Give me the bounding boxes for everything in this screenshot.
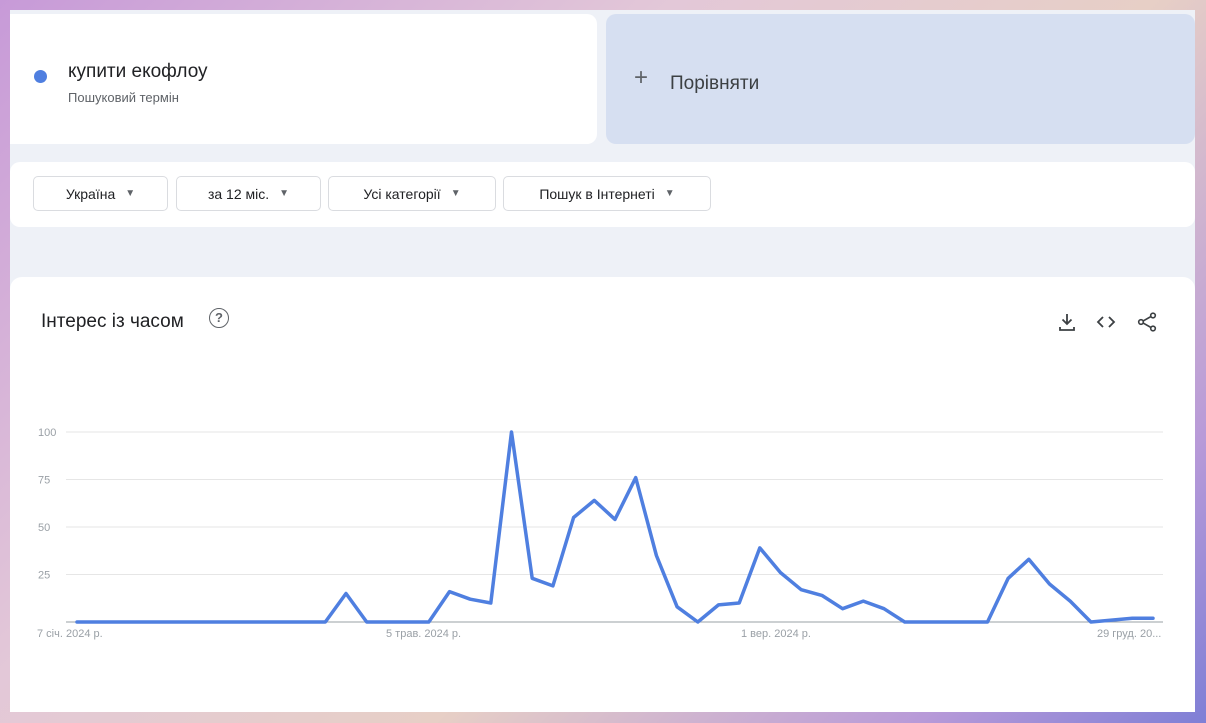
compare-label: Порівняти [670, 73, 760, 94]
search-term-type: Пошуковий термін [68, 90, 179, 105]
filter-time-range[interactable]: за 12 міс. ▼ [176, 176, 321, 211]
filter-category[interactable]: Усі категорії ▼ [328, 176, 496, 211]
x-tick-label: 7 січ. 2024 р. [37, 628, 103, 640]
x-tick-label: 1 вер. 2024 р. [741, 628, 811, 640]
compare-button[interactable]: + Порівняти [606, 14, 1195, 144]
filter-search-type-label: Пошук в Інтернеті [539, 185, 655, 202]
search-term-title[interactable]: купити екофлоу [68, 61, 208, 83]
y-tick-label: 25 [38, 570, 50, 582]
plus-icon: + [634, 64, 649, 91]
dropdown-arrow-icon: ▼ [125, 188, 136, 199]
interest-over-time-card: Інтерес із часом ? 25 50 75 100 7 січ. 2024 … [10, 277, 1195, 712]
trends-page: купити екофлоу Пошуковий термін + Порівн… [10, 10, 1195, 712]
dropdown-arrow-icon: ▼ [450, 188, 461, 199]
dropdown-arrow-icon: ▼ [279, 188, 290, 199]
dropdown-arrow-icon: ▼ [664, 188, 675, 199]
x-tick-label: 29 груд. 20... [1097, 628, 1161, 640]
filter-region[interactable]: Україна ▼ [33, 176, 168, 211]
filter-time-label: за 12 міс. [207, 185, 270, 202]
search-term-card[interactable]: купити екофлоу Пошуковий термін [10, 14, 597, 144]
series-color-dot [34, 70, 47, 83]
y-tick-label: 100 [38, 427, 56, 439]
line-chart: 25 50 75 100 7 січ. 2024 р. 5 трав. 2024 р. 1 … [37, 427, 1163, 640]
y-tick-label: 50 [38, 522, 50, 534]
filter-bar: Україна ▼ за 12 міс. ▼ Усі категорії ▼ П… [10, 162, 1195, 227]
filter-category-label: Усі категорії [363, 185, 441, 202]
x-tick-label: 5 трав. 2024 р. [386, 628, 461, 640]
filter-search-type[interactable]: Пошук в Інтернеті ▼ [503, 176, 711, 211]
filter-region-label: Україна [65, 185, 116, 202]
y-tick-label: 75 [38, 475, 50, 487]
